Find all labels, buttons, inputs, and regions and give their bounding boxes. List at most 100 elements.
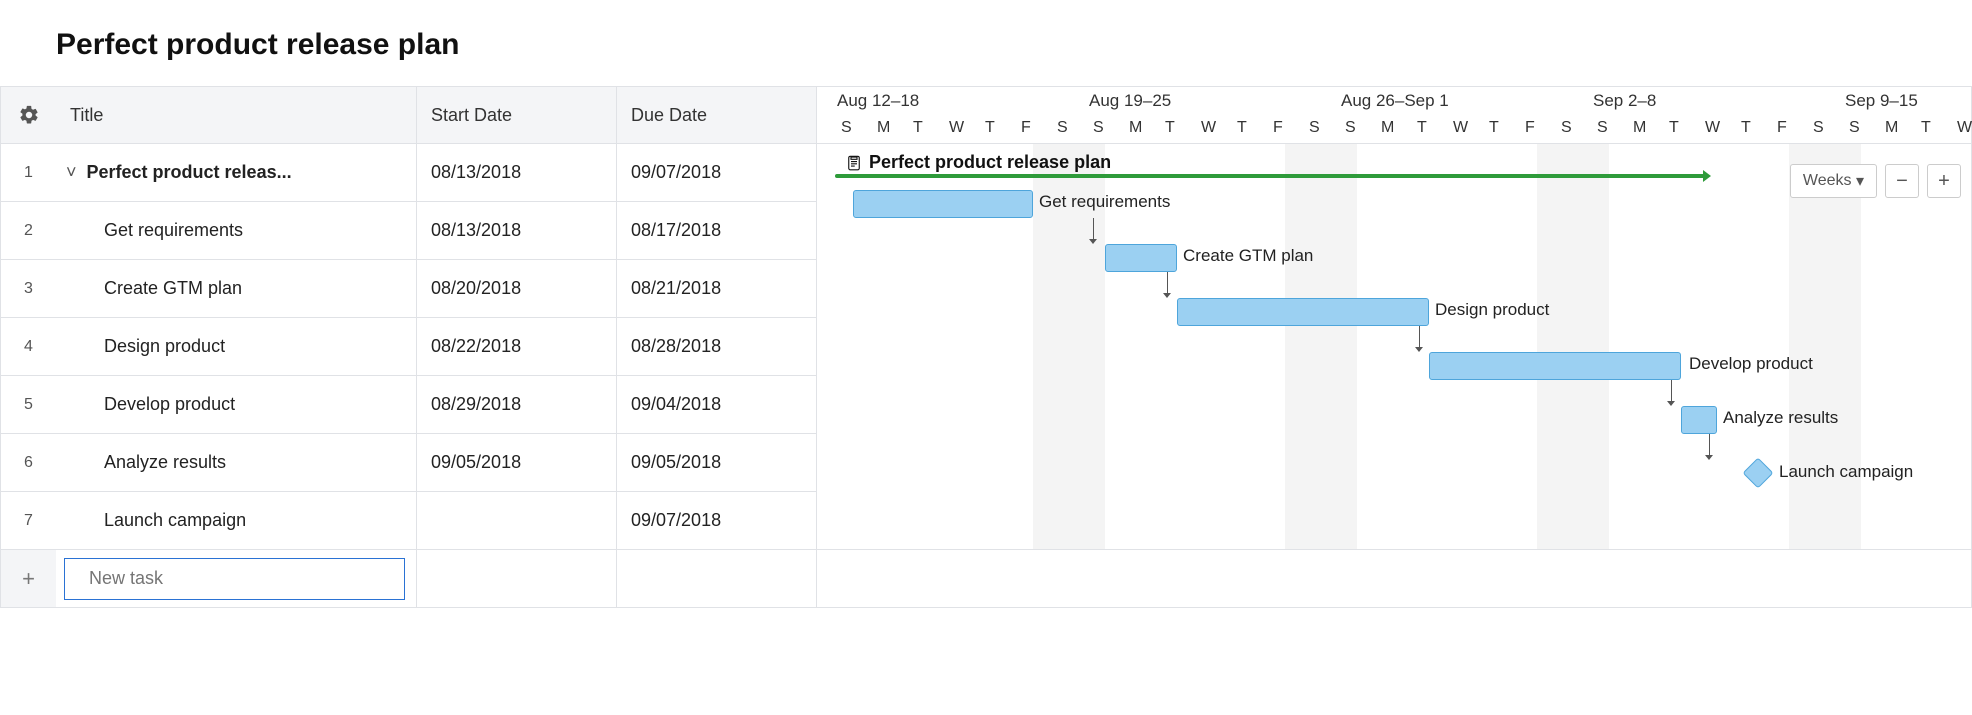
caret-down-icon: ▾ xyxy=(1856,171,1864,191)
gantt-bar-label: Launch campaign xyxy=(1779,462,1913,482)
gantt-bar[interactable] xyxy=(853,190,1033,218)
week-label: Sep 9–15 xyxy=(1845,91,1918,111)
column-header-start-date[interactable]: Start Date xyxy=(416,86,616,144)
start-date-cell[interactable]: 08/29/2018 xyxy=(416,376,616,434)
day-letter: S xyxy=(1591,119,1627,137)
new-task-input[interactable] xyxy=(64,558,405,600)
day-letter: S xyxy=(1051,119,1087,137)
day-letter: T xyxy=(1231,119,1267,137)
week-label: Aug 26–Sep 1 xyxy=(1341,91,1449,111)
gantt-bar[interactable] xyxy=(1429,352,1681,380)
add-task-button[interactable]: + xyxy=(0,550,56,608)
day-letter: S xyxy=(1339,119,1375,137)
day-letter: M xyxy=(871,119,907,137)
column-header-title[interactable]: Title xyxy=(56,86,416,144)
due-date-cell[interactable]: 08/28/2018 xyxy=(616,318,816,376)
gantt-area[interactable]: Perfect product release plan Weeks ▾ − +… xyxy=(816,144,1972,550)
day-letter: M xyxy=(1123,119,1159,137)
day-letter: T xyxy=(1663,119,1699,137)
start-date-cell[interactable]: 08/13/2018 xyxy=(416,144,616,202)
gantt-milestone[interactable] xyxy=(1742,457,1773,488)
gantt-bar[interactable] xyxy=(1681,406,1717,434)
table-settings-button[interactable] xyxy=(0,86,56,144)
day-letter: F xyxy=(1267,119,1303,137)
due-date-cell[interactable]: 09/07/2018 xyxy=(616,144,816,202)
start-date-cell[interactable] xyxy=(416,492,616,550)
start-date-cell[interactable]: 08/13/2018 xyxy=(416,202,616,260)
due-date-cell[interactable]: 09/05/2018 xyxy=(616,434,816,492)
day-letter: T xyxy=(1411,119,1447,137)
day-letter: T xyxy=(1483,119,1519,137)
task-title-cell[interactable]: Launch campaign xyxy=(56,492,416,550)
day-letter: S xyxy=(1303,119,1339,137)
day-letter: M xyxy=(1375,119,1411,137)
due-date-cell[interactable]: 09/04/2018 xyxy=(616,376,816,434)
row-number: 5 xyxy=(0,376,56,434)
week-label: Aug 19–25 xyxy=(1089,91,1171,111)
day-letter: F xyxy=(1519,119,1555,137)
gantt-bar[interactable] xyxy=(1105,244,1177,272)
project-icon xyxy=(845,154,863,172)
day-letter: F xyxy=(1771,119,1807,137)
empty-cell xyxy=(616,550,816,608)
day-letter: T xyxy=(907,119,943,137)
day-letter: S xyxy=(1555,119,1591,137)
gantt-bar-label: Get requirements xyxy=(1039,192,1170,212)
day-letter: S xyxy=(835,119,871,137)
task-title-cell[interactable]: Develop product xyxy=(56,376,416,434)
day-letter: F xyxy=(1015,119,1051,137)
timeline-header: Aug 12–18 Aug 19–25 Aug 26–Sep 1 Sep 2–8… xyxy=(816,86,1972,144)
task-title: Perfect product releas... xyxy=(87,162,292,183)
gantt-bar-label: Design product xyxy=(1435,300,1549,320)
row-number: 2 xyxy=(0,202,56,260)
zoom-select[interactable]: Weeks ▾ xyxy=(1790,164,1877,198)
column-header-due-date[interactable]: Due Date xyxy=(616,86,816,144)
start-date-cell[interactable]: 08/22/2018 xyxy=(416,318,616,376)
page-title: Perfect product release plan xyxy=(0,0,1972,86)
day-letter: T xyxy=(1735,119,1771,137)
gantt-summary-row[interactable]: Perfect product release plan xyxy=(845,152,1111,173)
row-number: 1 xyxy=(0,144,56,202)
start-date-cell[interactable]: 09/05/2018 xyxy=(416,434,616,492)
row-number: 7 xyxy=(0,492,56,550)
gantt-bar[interactable] xyxy=(1177,298,1429,326)
due-date-cell[interactable]: 09/07/2018 xyxy=(616,492,816,550)
zoom-in-button[interactable]: + xyxy=(1927,164,1961,198)
gantt-bar-label: Analyze results xyxy=(1723,408,1838,428)
task-title-cell[interactable]: Create GTM plan xyxy=(56,260,416,318)
week-label: Aug 12–18 xyxy=(837,91,919,111)
day-letter: W xyxy=(1699,119,1735,137)
row-number: 6 xyxy=(0,434,56,492)
day-letter: M xyxy=(1627,119,1663,137)
day-letter: S xyxy=(1807,119,1843,137)
start-date-cell[interactable]: 08/20/2018 xyxy=(416,260,616,318)
row-number: 3 xyxy=(0,260,56,318)
day-letter: T xyxy=(1159,119,1195,137)
week-label: Sep 2–8 xyxy=(1593,91,1656,111)
empty-cell xyxy=(416,550,616,608)
day-letter: M xyxy=(1879,119,1915,137)
day-letter: T xyxy=(1915,119,1951,137)
day-letter: W xyxy=(1195,119,1231,137)
gantt-summary-label: Perfect product release plan xyxy=(869,152,1111,173)
task-title-cell[interactable]: ˅ Perfect product releas... xyxy=(56,144,416,202)
task-title-cell[interactable]: Design product xyxy=(56,318,416,376)
gear-icon xyxy=(18,104,40,126)
gantt-bar-label: Create GTM plan xyxy=(1183,246,1313,266)
day-letter: W xyxy=(1447,119,1483,137)
day-letter: T xyxy=(979,119,1015,137)
due-date-cell[interactable]: 08/21/2018 xyxy=(616,260,816,318)
gantt-bar-label: Develop product xyxy=(1689,354,1813,374)
day-letter: S xyxy=(1843,119,1879,137)
new-task-cell[interactable] xyxy=(56,550,416,608)
day-letter: W xyxy=(943,119,979,137)
empty-cell xyxy=(816,550,1972,608)
task-title-cell[interactable]: Get requirements xyxy=(56,202,416,260)
due-date-cell[interactable]: 08/17/2018 xyxy=(616,202,816,260)
chevron-down-icon[interactable]: ˅ xyxy=(66,162,77,183)
row-number: 4 xyxy=(0,318,56,376)
day-letter: W xyxy=(1951,119,1972,137)
task-title-cell[interactable]: Analyze results xyxy=(56,434,416,492)
zoom-out-button[interactable]: − xyxy=(1885,164,1919,198)
gantt-summary-bar[interactable] xyxy=(835,174,1705,178)
